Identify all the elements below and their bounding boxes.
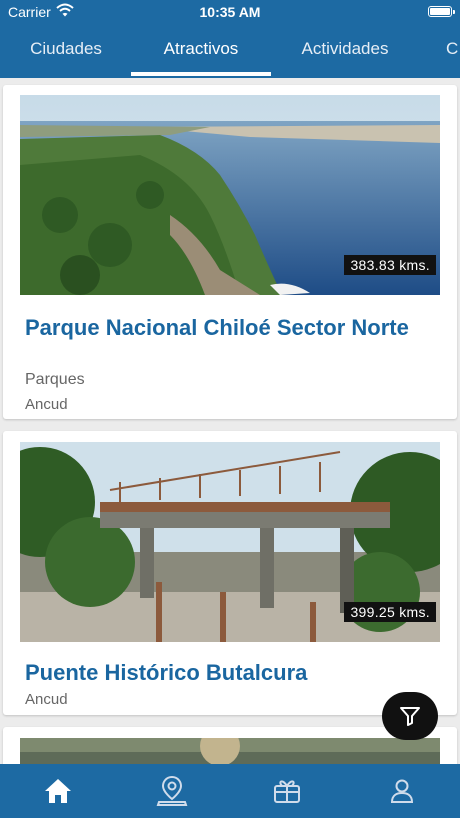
home-icon: [45, 779, 71, 803]
distance-badge: 399.25 kms.: [344, 602, 436, 622]
attraction-photo: 399.25 kms.: [20, 442, 440, 642]
attraction-photo: 383.83 kms.: [20, 95, 440, 295]
filter-icon: [400, 707, 420, 726]
attractions-feed[interactable]: 383.83 kms. Parque Nacional Chiloé Secto…: [0, 78, 460, 764]
nav-profile[interactable]: [372, 764, 432, 818]
attraction-photo: [20, 738, 440, 764]
battery-icon: [428, 6, 455, 17]
status-time: 10:35 AM: [199, 4, 261, 20]
status-bar: Carrier 10:35 AM: [0, 0, 460, 24]
tab-ciudades[interactable]: Ciudades: [14, 30, 118, 78]
attraction-location: Ancud: [25, 396, 68, 413]
attraction-title[interactable]: Parque Nacional Chiloé Sector Norte: [25, 313, 435, 342]
attraction-card[interactable]: 383.83 kms. Parque Nacional Chiloé Secto…: [3, 85, 457, 419]
filter-button[interactable]: [382, 692, 438, 740]
gift-icon: [274, 780, 300, 803]
map-pin-icon: [156, 775, 188, 806]
bottom-nav: [0, 764, 460, 818]
distance-badge: 383.83 kms.: [344, 255, 436, 275]
tab-atractivos[interactable]: Atractivos: [131, 30, 271, 78]
attraction-category: Parques: [25, 371, 85, 388]
tab-bar: Ciudades Atractivos Actividades C: [0, 30, 460, 78]
nav-gifts[interactable]: [257, 764, 317, 818]
tab-partial[interactable]: C: [446, 30, 460, 78]
top-bar: Carrier 10:35 AM Ciudades Atractivos Act…: [0, 0, 460, 78]
tab-actividades[interactable]: Actividades: [288, 30, 402, 78]
attraction-title[interactable]: Puente Histórico Butalcura: [25, 658, 435, 687]
user-icon: [390, 779, 414, 803]
attraction-location: Ancud: [25, 691, 68, 708]
nav-home[interactable]: [28, 764, 88, 818]
nav-map[interactable]: [142, 764, 202, 818]
attraction-card[interactable]: 399.25 kms. Puente Histórico Butalcura A…: [3, 431, 457, 715]
